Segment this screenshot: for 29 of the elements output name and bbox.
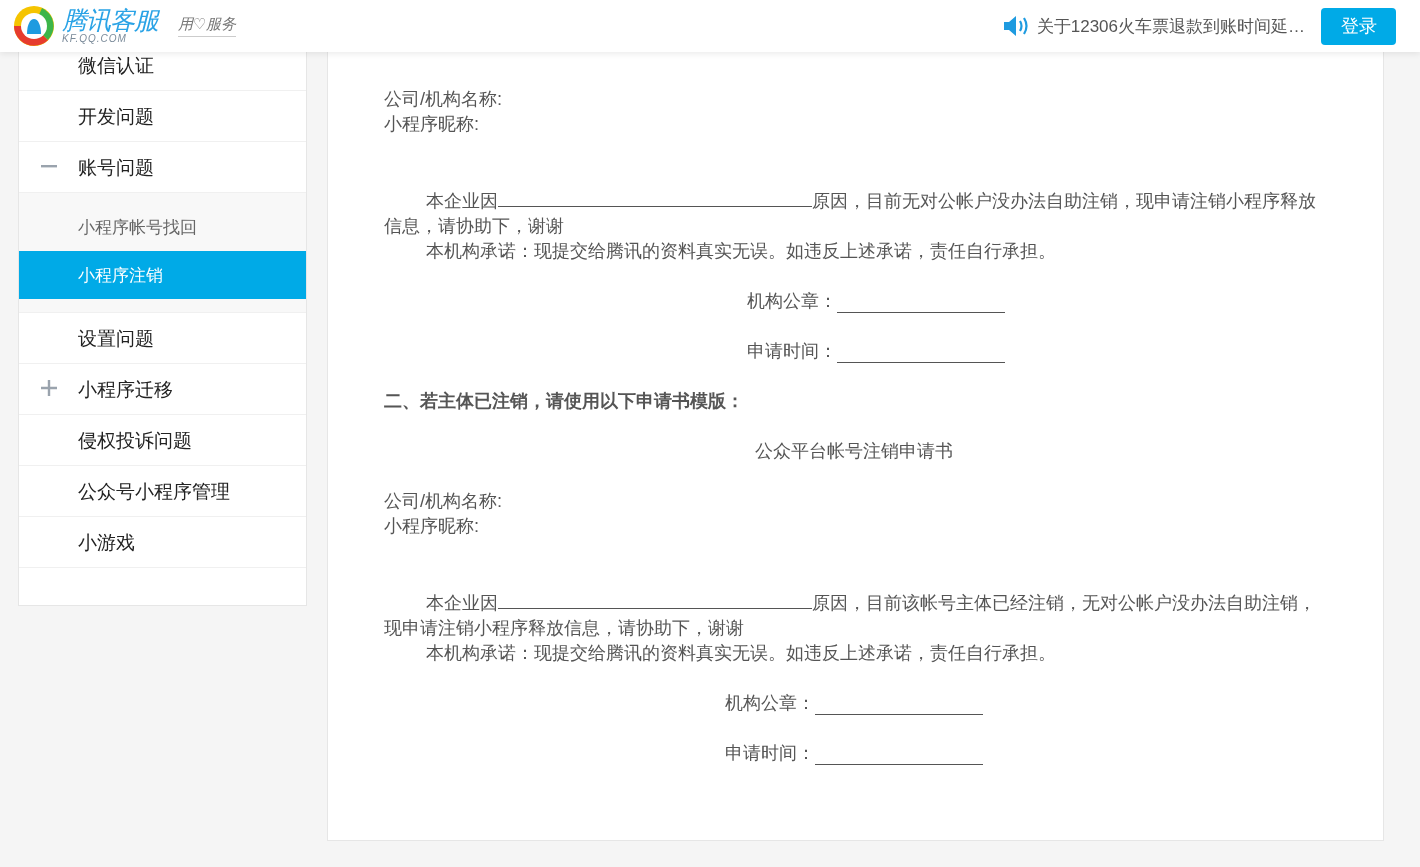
field-label: 公司/机构名称: xyxy=(384,87,503,111)
plus-icon[interactable] xyxy=(41,380,57,396)
slogan: 用♡服务 xyxy=(178,15,237,37)
logo-text: 腾讯客服 xyxy=(62,8,158,33)
paragraph: 本机构承诺：现提交给腾讯的资料真实无误。如违反上述承诺，责任自行承担。 xyxy=(425,641,1057,665)
section-heading: 二、若主体已注销，请使用以下申请书模版： xyxy=(384,389,745,413)
sidebar-item[interactable]: 开发问题 xyxy=(19,91,306,142)
paragraph: 本企业因 原因，目前无对公帐户没办法自助注销，现申请注销小程序释放信息，请协助下，谢谢 xyxy=(384,186,1323,238)
field-label: 公司/机构名称: xyxy=(384,489,503,513)
signature-label: 申请时间： xyxy=(746,339,837,363)
logo-icon xyxy=(12,4,56,48)
signature-label: 机构公章： xyxy=(724,691,815,715)
logo-domain: KF.QQ.COM xyxy=(62,34,128,44)
sidebar-subitem[interactable]: 小程序帐号找回 xyxy=(19,203,306,251)
sidebar-item[interactable]: 设置问题 xyxy=(19,313,306,364)
document-title: 公众平台帐号注销申请书 xyxy=(754,440,953,461)
sidebar-item[interactable]: 微信认证 xyxy=(19,52,306,91)
field-label: 小程序昵称: xyxy=(384,514,480,538)
speaker-icon xyxy=(1002,15,1029,37)
paragraph: 本机构承诺：现提交给腾讯的资料真实无误。如违反上述承诺，责任自行承担。 xyxy=(425,239,1057,263)
notice-link[interactable]: 关于12306火车票退款到账时间延… xyxy=(1036,14,1305,38)
sidebar-item[interactable]: 侵权投诉问题 xyxy=(19,415,306,466)
sidebar-item[interactable]: 小程序迁移 xyxy=(19,364,306,415)
paragraph: 本企业因 原因，目前该帐号主体已经注销，无对公帐户没办法自助注销，现申请注销小程序释放信息，请协助下，谢谢 xyxy=(384,588,1323,640)
sidebar-item[interactable]: 小游戏 xyxy=(19,517,306,568)
signature-label: 申请时间： xyxy=(724,741,815,765)
sidebar-item[interactable]: 公众号小程序管理 xyxy=(19,466,306,517)
field-label: 小程序昵称: xyxy=(384,112,480,136)
signature-label: 机构公章： xyxy=(746,289,837,313)
